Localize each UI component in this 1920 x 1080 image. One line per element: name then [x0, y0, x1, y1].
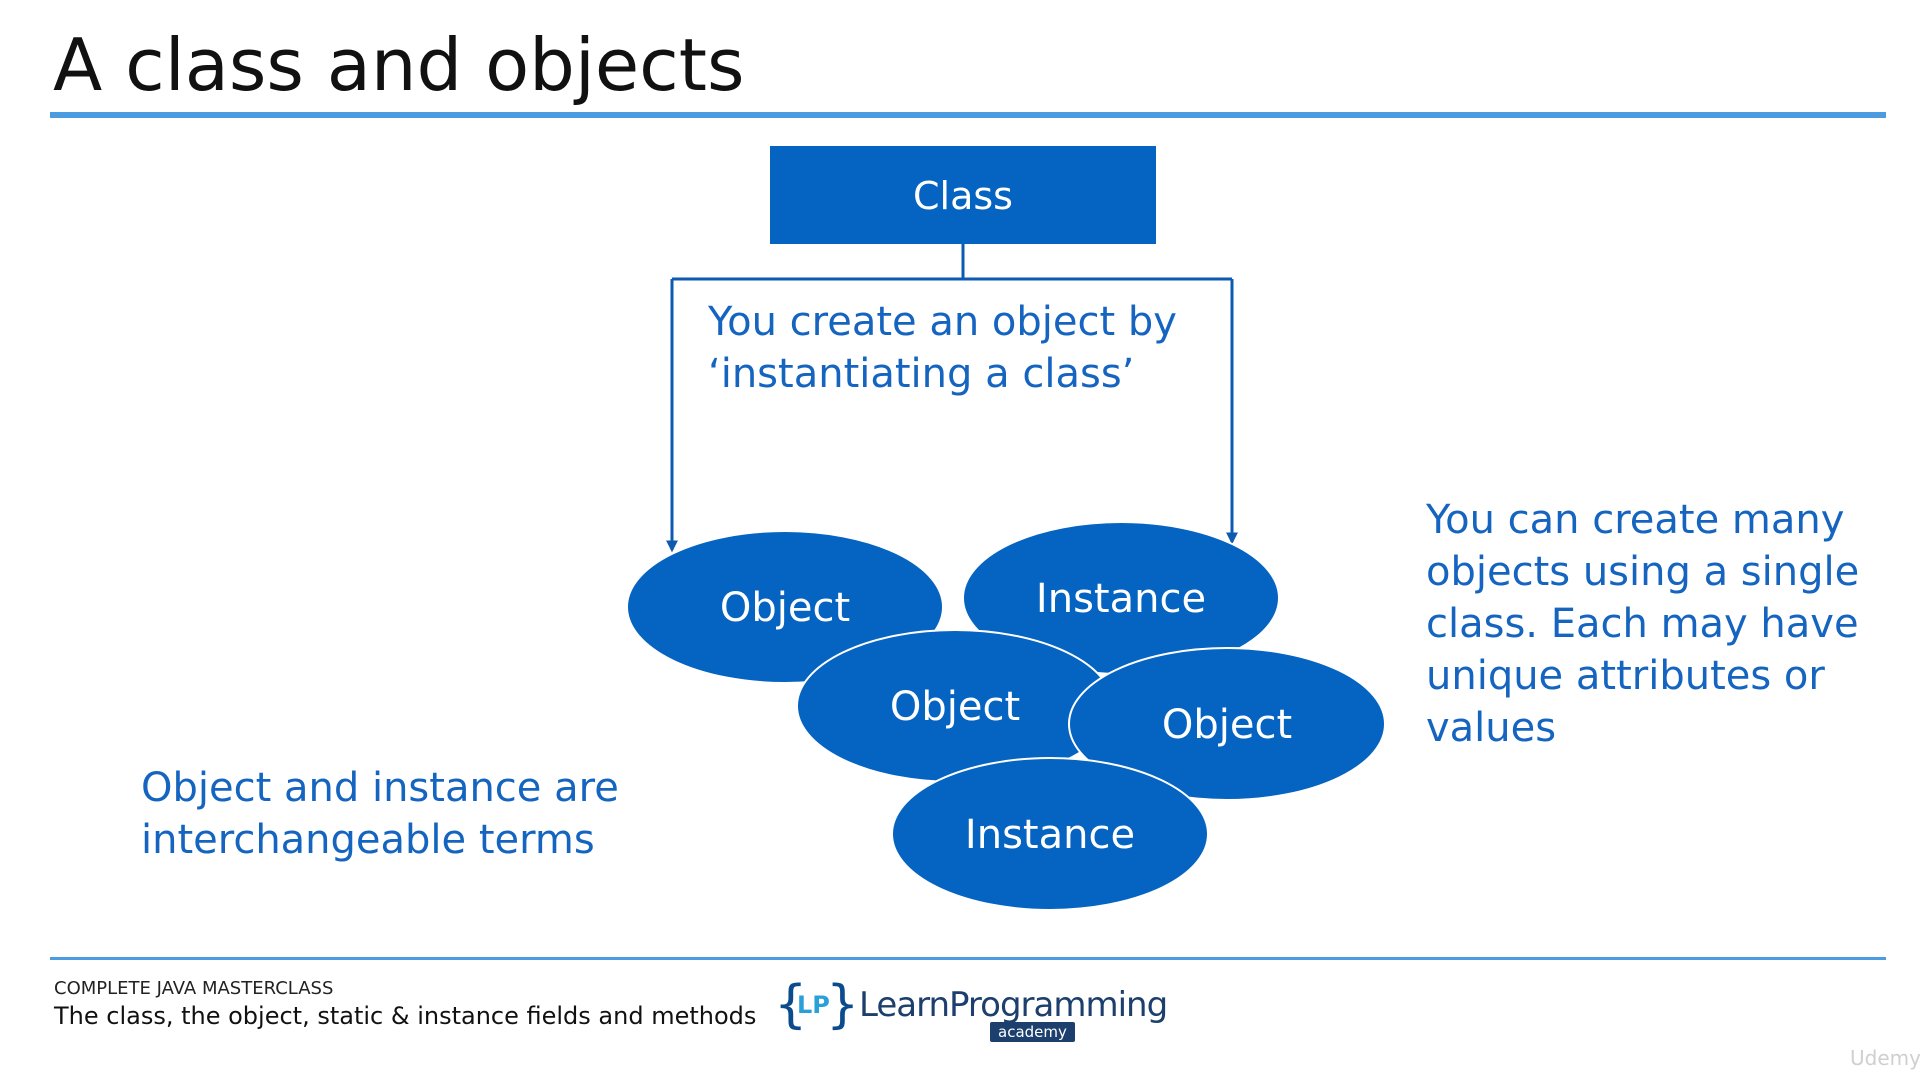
node-label: Instance — [965, 812, 1135, 858]
udemy-watermark: Udemy — [1850, 1046, 1920, 1070]
note-line: Object and instance are — [141, 765, 619, 811]
node-label: Object — [890, 684, 1020, 730]
node-label: Object — [1162, 702, 1292, 748]
logo-wordmark: LearnProgramming — [859, 985, 1168, 1025]
note-line: unique attributes or — [1426, 653, 1825, 699]
note-line: interchangeable terms — [141, 817, 595, 863]
node-label: Instance — [1036, 576, 1206, 622]
class-box-label: Class — [913, 174, 1013, 218]
note-line: class. Each may have — [1426, 601, 1859, 647]
logo-mark: LP — [797, 991, 830, 1019]
node-label: Object — [720, 585, 850, 631]
note-line: You create an object by — [708, 299, 1177, 345]
logo-brace-right: } — [827, 975, 859, 1035]
note-line: values — [1426, 705, 1557, 751]
logo-subtitle: academy — [990, 1022, 1075, 1042]
many-objects-note: You can create many objects using a sing… — [1426, 494, 1859, 754]
footer-course-name: COMPLETE JAVA MASTERCLASS — [54, 978, 334, 999]
instantiate-note: You create an object by ‘instantiating a… — [708, 296, 1177, 400]
footer-topic: The class, the object, static & instance… — [54, 1002, 757, 1030]
note-line: objects using a single — [1426, 549, 1860, 595]
node-instance-2: Instance — [891, 757, 1209, 911]
note-line: You can create many — [1426, 497, 1845, 543]
note-line: ‘instantiating a class’ — [708, 351, 1135, 397]
footer-rule — [50, 957, 1886, 960]
object-ellipses: Object Instance Object Object Instance — [626, 521, 1386, 911]
learn-programming-logo-icon: { LP } LearnProgramming academy — [775, 975, 1168, 1045]
interchangeable-note: Object and instance are interchangeable … — [141, 762, 619, 866]
